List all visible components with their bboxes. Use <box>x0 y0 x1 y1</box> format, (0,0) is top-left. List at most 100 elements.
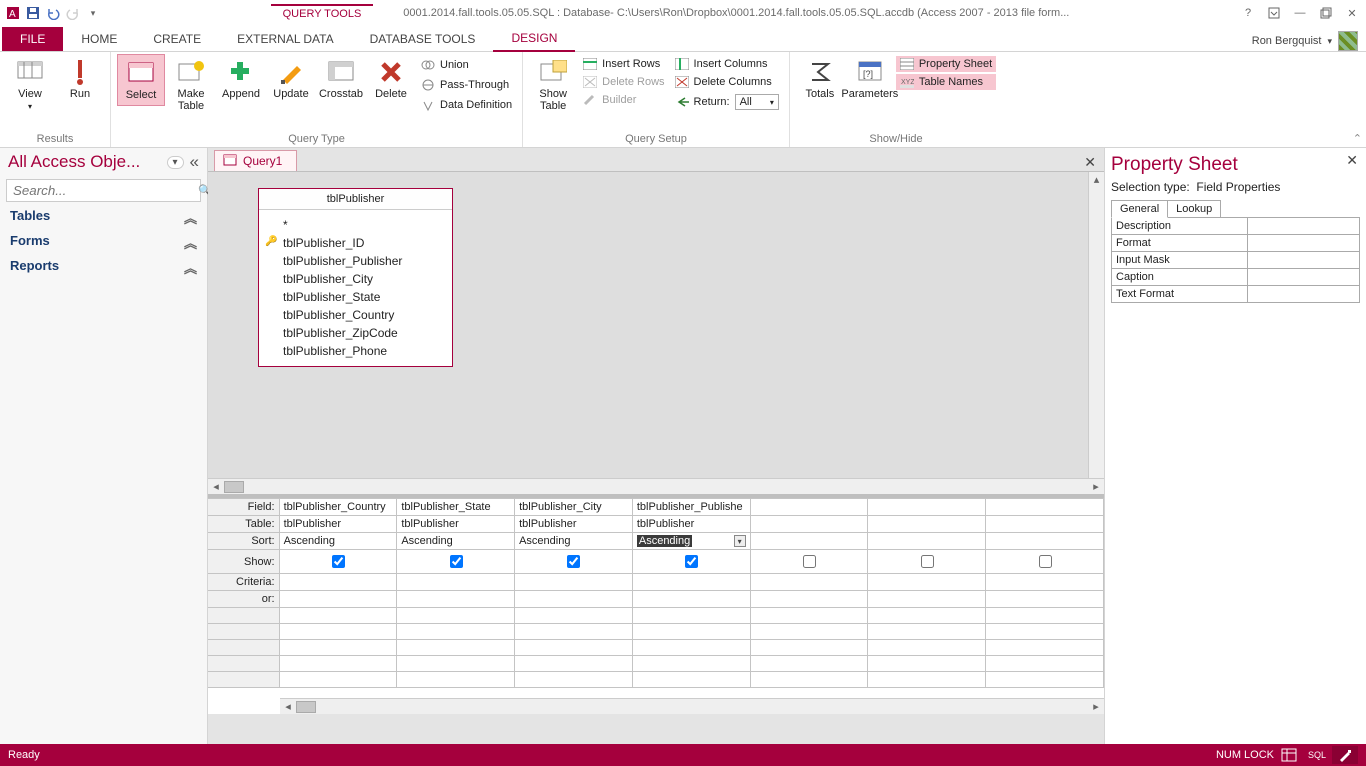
field-item[interactable]: tblPublisher_City <box>265 270 446 288</box>
design-view-icon[interactable] <box>1332 746 1358 764</box>
tab-external-data[interactable]: EXTERNAL DATA <box>219 27 351 51</box>
table-field-list[interactable]: tblPublisher * tblPublisher_ID tblPublis… <box>258 188 453 367</box>
grid-cell[interactable]: tblPublisher <box>632 516 750 533</box>
user-account[interactable]: Ron Bergquist ▾ <box>1252 31 1366 51</box>
nav-search[interactable]: 🔍 <box>6 179 201 202</box>
grid-cell[interactable] <box>397 550 515 574</box>
grid-cell[interactable] <box>868 533 986 550</box>
prop-value[interactable] <box>1248 286 1360 303</box>
query-design-surface[interactable]: tblPublisher * tblPublisher_ID tblPublis… <box>208 172 1104 494</box>
append-button[interactable]: Append <box>217 54 265 104</box>
prop-value[interactable] <box>1248 235 1360 252</box>
builder-button[interactable]: Builder <box>579 92 668 108</box>
save-icon[interactable] <box>24 4 42 22</box>
grid-cell[interactable] <box>750 550 868 574</box>
qbe-grid[interactable]: Field: tblPublisher_Country tblPublisher… <box>208 498 1104 688</box>
parameters-button[interactable]: [?] Parameters <box>846 54 894 104</box>
tab-file[interactable]: FILE <box>2 27 63 51</box>
view-button[interactable]: View▾ <box>6 54 54 117</box>
minimize-icon[interactable]: — <box>1290 3 1310 23</box>
grid-cell[interactable]: tblPublisher_State <box>397 499 515 516</box>
grid-cell[interactable] <box>868 550 986 574</box>
close-icon[interactable]: ✕ <box>1346 152 1358 169</box>
grid-cell[interactable] <box>515 550 633 574</box>
shutter-close-icon[interactable]: « <box>184 152 199 172</box>
field-item[interactable]: tblPublisher_State <box>265 288 446 306</box>
grid-cell[interactable] <box>868 516 986 533</box>
grid-cell[interactable] <box>279 550 397 574</box>
nav-pane-header[interactable]: All Access Obje... ▾ « <box>0 148 207 176</box>
data-definition-button[interactable]: Data Definition <box>417 96 516 114</box>
update-button[interactable]: Update <box>267 54 315 104</box>
tab-home[interactable]: HOME <box>63 27 135 51</box>
ribbon-collapse-icon[interactable]: ⌃ <box>1353 132 1362 145</box>
show-checkbox[interactable] <box>450 555 463 568</box>
prop-value[interactable] <box>1248 218 1360 235</box>
delete-columns-button[interactable]: Delete Columns <box>671 74 783 90</box>
select-query-button[interactable]: Select <box>117 54 165 106</box>
property-sheet-button[interactable]: Property Sheet <box>896 56 996 72</box>
chevron-down-icon[interactable]: ▾ <box>167 156 184 169</box>
nav-group-forms[interactable]: Forms︽ <box>0 230 207 255</box>
show-checkbox[interactable] <box>567 555 580 568</box>
close-icon[interactable]: ✕ <box>1342 3 1362 23</box>
tab-database-tools[interactable]: DATABASE TOOLS <box>352 27 494 51</box>
grid-cell[interactable]: tblPublisher_Publishe <box>632 499 750 516</box>
show-checkbox[interactable] <box>921 555 934 568</box>
grid-cell[interactable] <box>986 550 1104 574</box>
grid-cell[interactable] <box>986 499 1104 516</box>
return-rows-selector[interactable]: Return: All▾ <box>671 92 783 112</box>
union-button[interactable]: Union <box>417 56 516 74</box>
field-item-pk[interactable]: tblPublisher_ID <box>265 234 446 252</box>
restore-icon[interactable] <box>1316 3 1336 23</box>
grid-cell[interactable] <box>868 499 986 516</box>
show-checkbox[interactable] <box>803 555 816 568</box>
redo-icon[interactable] <box>64 4 82 22</box>
grid-cell[interactable]: Ascending <box>515 533 633 550</box>
ribbon-minimize-icon[interactable] <box>1264 3 1284 23</box>
tab-create[interactable]: CREATE <box>135 27 219 51</box>
insert-columns-button[interactable]: Insert Columns <box>671 56 783 72</box>
search-input[interactable] <box>7 180 198 201</box>
grid-cell[interactable]: tblPublisher <box>515 516 633 533</box>
tab-general[interactable]: General <box>1111 200 1168 218</box>
grid-cell[interactable] <box>750 516 868 533</box>
table-names-button[interactable]: XYZTable Names <box>896 74 996 90</box>
dropdown-icon[interactable]: ▾ <box>734 535 746 547</box>
datasheet-view-icon[interactable] <box>1276 746 1302 764</box>
grid-cell[interactable] <box>750 533 868 550</box>
v-scrollbar[interactable]: ▴ <box>1088 172 1104 478</box>
undo-icon[interactable] <box>44 4 62 22</box>
grid-cell[interactable]: tblPublisher_City <box>515 499 633 516</box>
grid-cell[interactable]: tblPublisher <box>397 516 515 533</box>
pass-through-button[interactable]: Pass-Through <box>417 76 516 94</box>
sql-view-icon[interactable]: SQL <box>1304 746 1330 764</box>
grid-cell[interactable]: Ascending <box>397 533 515 550</box>
tab-design[interactable]: DESIGN <box>493 26 575 52</box>
property-grid[interactable]: Description Format Input Mask Caption Te… <box>1111 217 1360 303</box>
prop-value[interactable] <box>1248 252 1360 269</box>
grid-cell[interactable] <box>986 516 1104 533</box>
field-item[interactable]: tblPublisher_ZipCode <box>265 324 446 342</box>
help-icon[interactable]: ? <box>1238 3 1258 23</box>
show-checkbox[interactable] <box>1039 555 1052 568</box>
grid-cell[interactable] <box>632 550 750 574</box>
grid-cell-active[interactable]: Ascending▾ <box>632 533 750 550</box>
grid-h-scrollbar[interactable]: ◂▸ <box>280 698 1104 714</box>
qat-customize-icon[interactable]: ▾ <box>84 4 102 22</box>
totals-button[interactable]: Totals <box>796 54 844 104</box>
delete-button[interactable]: Delete <box>367 54 415 104</box>
grid-cell[interactable]: Ascending <box>279 533 397 550</box>
show-table-button[interactable]: Show Table <box>529 54 577 116</box>
field-item[interactable]: tblPublisher_Country <box>265 306 446 324</box>
show-checkbox[interactable] <box>332 555 345 568</box>
field-item[interactable]: tblPublisher_Publisher <box>265 252 446 270</box>
doc-tab-query1[interactable]: Query1 <box>214 150 297 171</box>
grid-cell[interactable]: tblPublisher <box>279 516 397 533</box>
tab-lookup[interactable]: Lookup <box>1167 200 1221 218</box>
nav-group-tables[interactable]: Tables︽ <box>0 205 207 230</box>
grid-cell[interactable]: tblPublisher_Country <box>279 499 397 516</box>
h-scrollbar[interactable]: ◂▸ <box>208 478 1104 494</box>
grid-cell[interactable] <box>750 499 868 516</box>
crosstab-button[interactable]: Crosstab <box>317 54 365 104</box>
